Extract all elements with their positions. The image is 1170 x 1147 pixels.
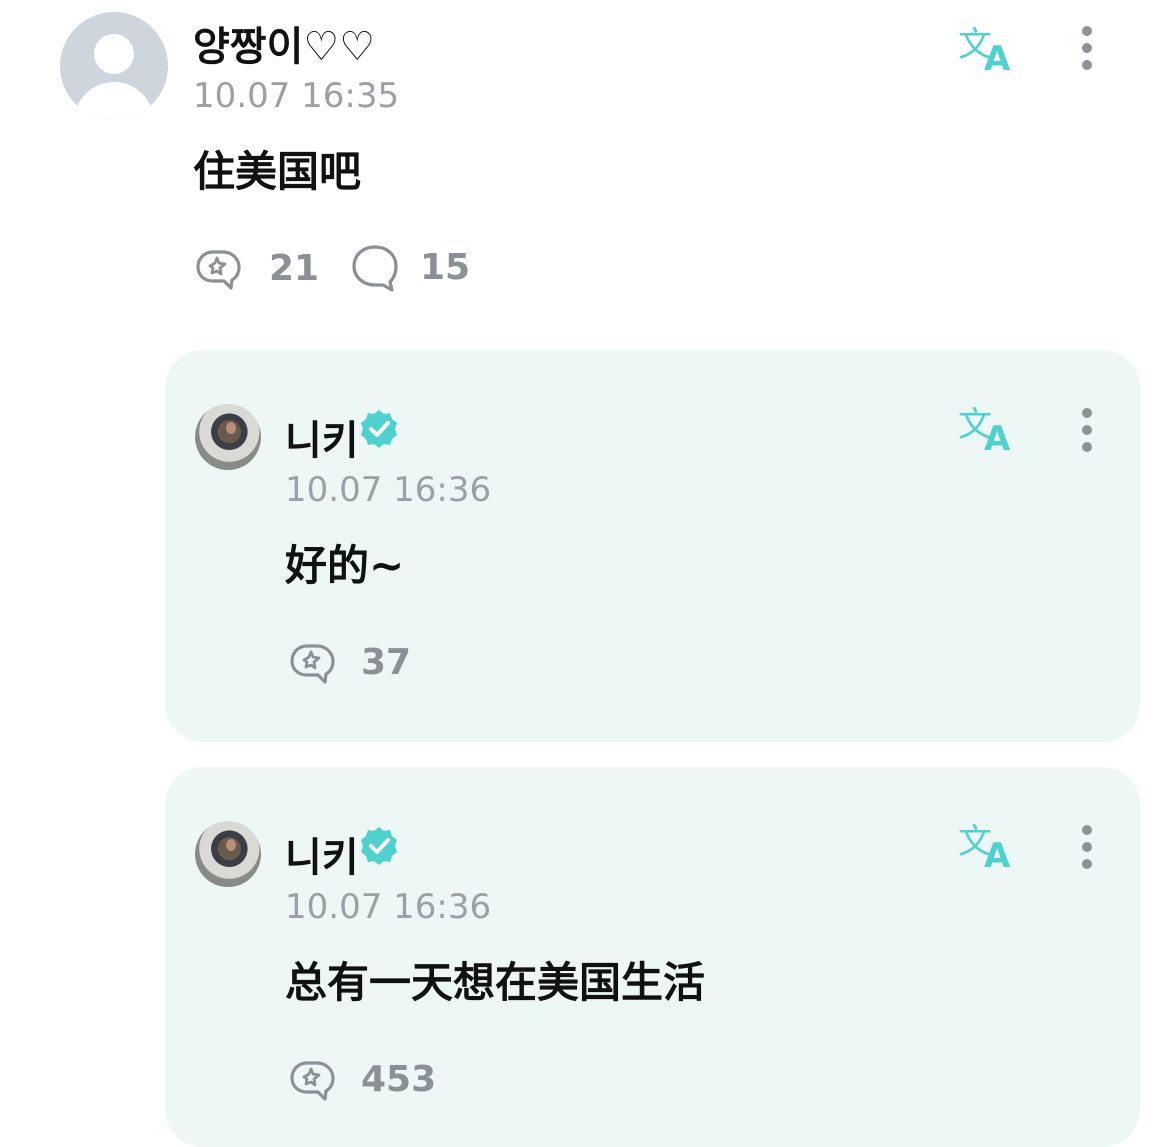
more-vertical-icon[interactable] [1077, 18, 1097, 78]
comment-timestamp: 10.07 16:35 [193, 76, 400, 116]
avatar[interactable] [60, 12, 168, 120]
translate-icon[interactable]: 文 A [956, 402, 1020, 458]
like-count: 453 [361, 1058, 437, 1100]
svg-text:A: A [984, 39, 1011, 78]
translate-icon[interactable]: 文 A [956, 22, 1020, 78]
avatar[interactable] [195, 821, 261, 887]
reply-text: 好的~ [285, 541, 405, 590]
translate-icon[interactable]: 文 A [956, 819, 1020, 875]
reply-text: 总有一天想在美国生活 [285, 958, 706, 1007]
svg-text:A: A [984, 836, 1011, 875]
comment-bubble-icon [352, 245, 398, 292]
more-vertical-icon[interactable] [1077, 400, 1097, 460]
reply-timestamp: 10.07 16:36 [285, 887, 492, 927]
like-icon [196, 250, 241, 290]
avatar[interactable] [195, 404, 261, 470]
like-button[interactable]: 453 [287, 1053, 436, 1105]
like-button[interactable]: 37 [287, 636, 411, 688]
reply-button[interactable]: 15 [350, 242, 470, 292]
like-button[interactable]: 21 [193, 242, 319, 294]
reply-card: 니키 10.07 16:36 总有一天想在美国生活 453 文 A [165, 767, 1140, 1147]
comment-item: 양짱이♡♡ 10.07 16:35 住美国吧 21 15 文 A [0, 0, 1170, 330]
verified-badge-icon [361, 827, 397, 865]
reply-count: 15 [420, 246, 471, 288]
reply-card: 니키 10.07 16:36 好的~ 37 文 A [165, 350, 1140, 742]
reply-username[interactable]: 니키 [285, 408, 359, 466]
svg-text:A: A [984, 419, 1011, 458]
comment-username[interactable]: 양짱이♡♡ [193, 14, 375, 72]
like-count: 21 [269, 247, 320, 289]
reply-timestamp: 10.07 16:36 [285, 470, 492, 510]
avatar-body-shape [74, 82, 154, 120]
like-icon [290, 644, 335, 684]
avatar-head-shape [94, 34, 134, 74]
reply-username-label: 니키 [285, 835, 359, 881]
comment-text: 住美国吧 [193, 147, 362, 196]
like-count: 37 [361, 641, 412, 683]
more-vertical-icon[interactable] [1077, 817, 1097, 877]
verified-badge-icon [361, 410, 397, 448]
reply-username-label: 니키 [285, 418, 359, 464]
reply-username[interactable]: 니키 [285, 825, 359, 883]
like-icon [290, 1061, 335, 1101]
